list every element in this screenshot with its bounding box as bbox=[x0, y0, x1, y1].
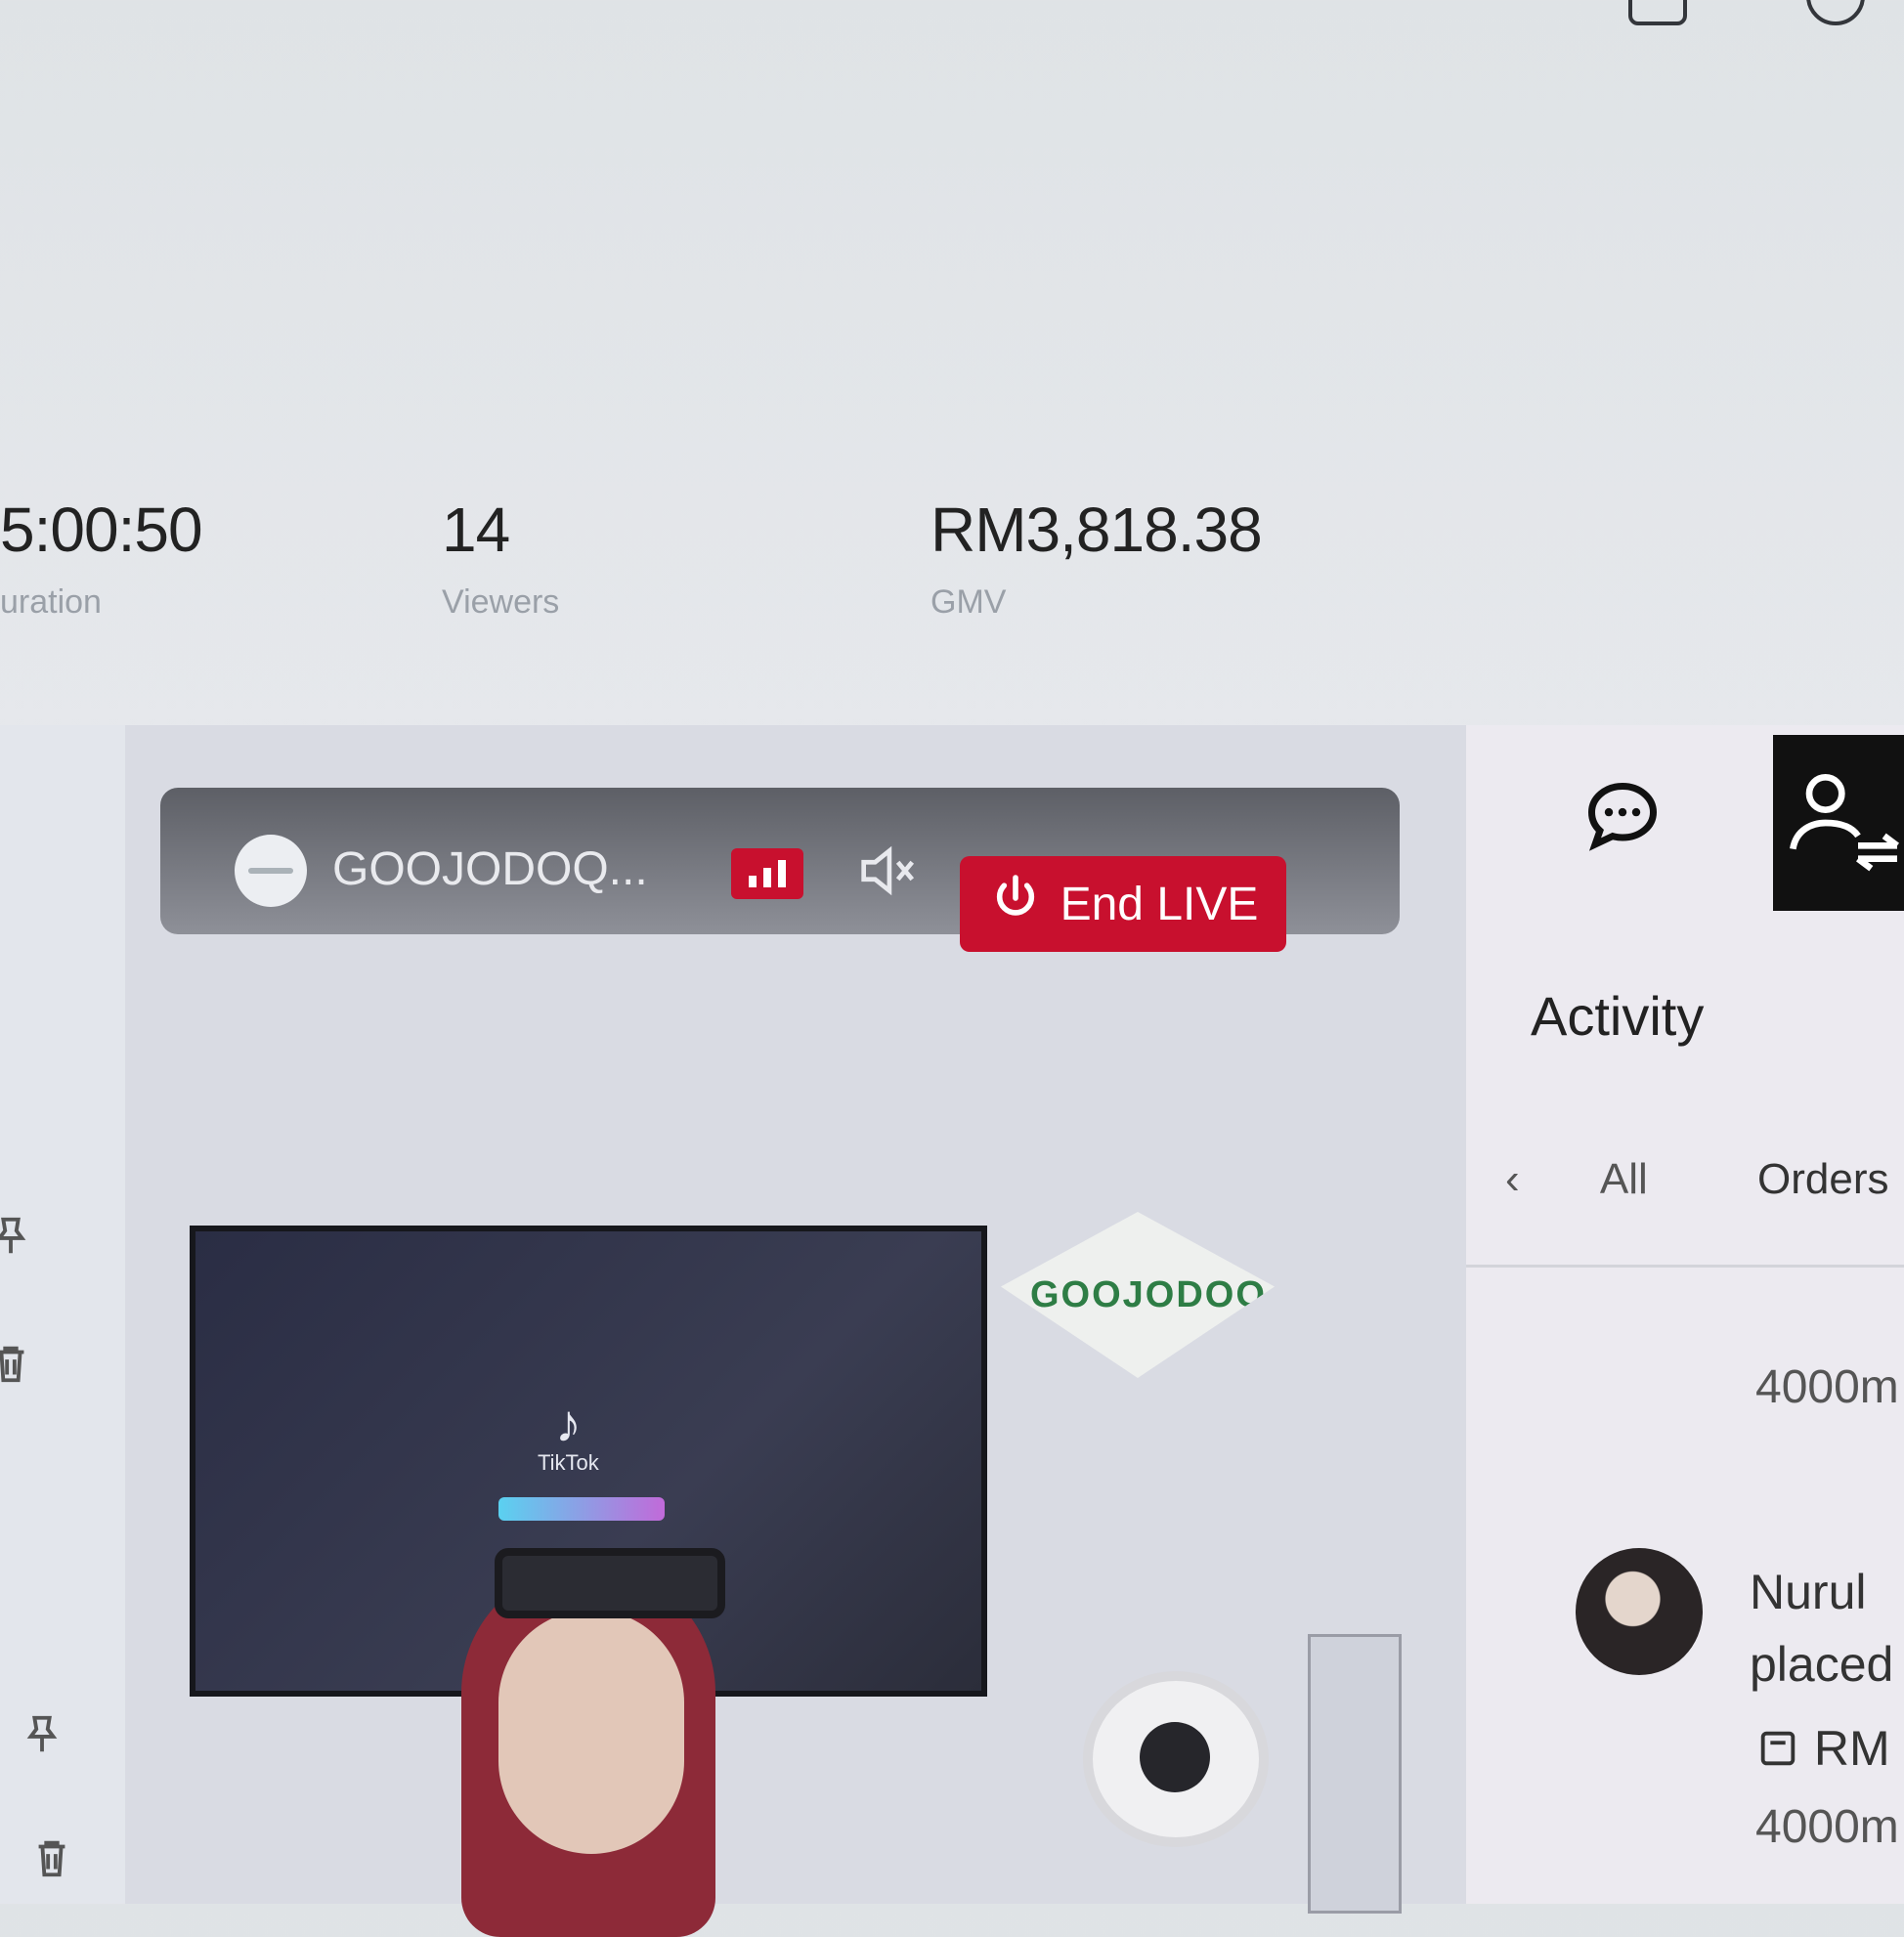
tab-orders[interactable]: Orders bbox=[1757, 1155, 1888, 1204]
power-icon bbox=[988, 871, 1043, 937]
host-glasses bbox=[495, 1548, 725, 1618]
tv-progress-bar bbox=[498, 1497, 665, 1521]
bell-icon[interactable] bbox=[1628, 0, 1687, 25]
gmv-label: GMV bbox=[930, 583, 1007, 621]
delete-icon[interactable] bbox=[29, 1835, 74, 1880]
user-switch-tab[interactable] bbox=[1773, 735, 1904, 911]
pin-icon[interactable] bbox=[20, 1712, 65, 1757]
viewers-stat: 14 Viewers bbox=[442, 494, 559, 622]
tiktok-label: TikTok bbox=[538, 1450, 599, 1475]
avatar bbox=[235, 835, 307, 907]
tabs-divider bbox=[1466, 1265, 1904, 1268]
feed-amount: 4000m bbox=[1755, 1361, 1899, 1413]
tabs-back-button[interactable]: ‹ bbox=[1505, 1155, 1520, 1204]
settings-icon[interactable] bbox=[1806, 0, 1865, 25]
viewers-label: Viewers bbox=[442, 583, 560, 621]
buyer-name: Nurul bbox=[1750, 1565, 1867, 1619]
live-video: GOOJODOQ... End LIVE ♪ TikTok GOOJODOQ bbox=[125, 725, 1466, 1937]
end-live-label: End LIVE bbox=[1060, 878, 1259, 930]
delete-icon[interactable] bbox=[0, 1341, 33, 1386]
live-stats: 5:00:50 uration 14 Viewers RM3,818.38 GM… bbox=[0, 494, 1388, 650]
viewers-value: 14 bbox=[442, 495, 510, 565]
brand-logo: GOOJODOQ bbox=[1001, 1212, 1275, 1378]
duration-stat: 5:00:50 uration bbox=[0, 494, 203, 622]
duration-label: uration bbox=[0, 583, 102, 621]
brand-logo-text: GOOJODOQ bbox=[1030, 1274, 1267, 1315]
pin-icon[interactable] bbox=[0, 1214, 33, 1259]
order-price: RM bbox=[1755, 1720, 1890, 1777]
avatar bbox=[1576, 1548, 1703, 1675]
tiktok-logo: ♪ TikTok bbox=[538, 1398, 599, 1476]
chat-icon[interactable] bbox=[1581, 776, 1664, 858]
music-note-icon: ♪ bbox=[554, 1395, 582, 1453]
host-face bbox=[498, 1610, 684, 1854]
stats-icon[interactable] bbox=[731, 848, 803, 899]
duration-value: 5:00:50 bbox=[0, 495, 203, 565]
panel-title: Activity bbox=[1531, 985, 1705, 1047]
hair-dryer-product bbox=[1083, 1671, 1269, 1847]
end-live-button[interactable]: End LIVE bbox=[960, 856, 1286, 952]
tab-all[interactable]: All bbox=[1600, 1155, 1648, 1204]
gmv-stat: RM3,818.38 GMV bbox=[930, 494, 1263, 622]
user-switch-icon bbox=[1773, 774, 1904, 885]
order-icon bbox=[1755, 1721, 1814, 1776]
mute-icon[interactable] bbox=[852, 837, 921, 905]
feed-amount: 4000m bbox=[1755, 1801, 1899, 1853]
product-box bbox=[1308, 1634, 1402, 1914]
account-handle: GOOJODOQ... bbox=[332, 843, 648, 895]
activity-tabs: ‹ All Orders bbox=[1505, 1155, 1904, 1204]
product-strip bbox=[0, 725, 125, 1904]
order-price-label: RM bbox=[1813, 1721, 1890, 1776]
gmv-value: RM3,818.38 bbox=[930, 495, 1263, 565]
buyer-action: placed bbox=[1750, 1637, 1894, 1692]
activity-panel: Activity ‹ All Orders 4000m Nurul placed… bbox=[1466, 725, 1904, 1904]
